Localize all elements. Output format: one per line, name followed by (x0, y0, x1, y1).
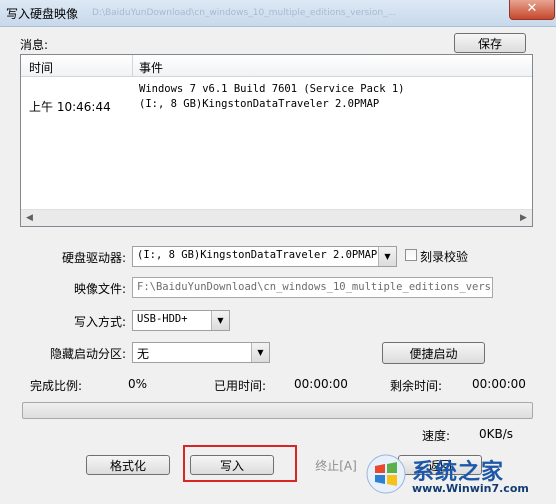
column-header-event[interactable]: 事件 (139, 59, 163, 76)
drive-label: 硬盘驱动器: (61, 251, 126, 265)
quick-boot-button[interactable]: 便捷启动 (382, 342, 485, 364)
complete-value: 0% (128, 377, 148, 391)
complete-label: 完成比例: (30, 379, 83, 393)
speed-value: 0KB/s (479, 427, 514, 441)
watermark-url: www.Winwin7.com (412, 482, 529, 495)
drive-select[interactable]: (I:, 8 GB)KingstonDataTraveler 2.0PMAP ▼ (132, 246, 397, 267)
chevron-down-icon: ▼ (211, 311, 229, 330)
drive-select-value: (I:, 8 GB)KingstonDataTraveler 2.0PMAP (137, 249, 378, 261)
windows-logo-icon (366, 454, 406, 494)
horizontal-scrollbar[interactable]: ◀ ▶ (21, 209, 532, 226)
write-mode-select[interactable]: USB-HDD+ ▼ (132, 310, 230, 331)
image-file-label: 映像文件: (73, 282, 126, 296)
remaining-label: 剩余时间: (390, 379, 443, 393)
column-header-time[interactable]: 时间 (29, 59, 53, 76)
list-header: 时间 事件 (21, 55, 532, 77)
column-separator[interactable] (132, 55, 133, 77)
list-item-time: 上午 10:46:44 (29, 100, 111, 114)
chevron-down-icon: ▼ (378, 247, 396, 266)
format-button[interactable]: 格式化 (86, 455, 170, 475)
progress-bar (22, 402, 533, 419)
hidden-partition-value: 无 (137, 347, 150, 361)
write-mode-value: USB-HDD+ (137, 313, 188, 325)
list-item-event: Windows 7 v6.1 Build 7601 (Service Pack … (139, 83, 405, 95)
speed-label: 速度: (422, 429, 451, 443)
scroll-left-icon[interactable]: ◀ (21, 210, 38, 226)
write-mode-label: 写入方式: (73, 315, 126, 329)
window-title: 写入硬盘映像 (6, 7, 79, 21)
watermark: 系统之家 www.Winwin7.com (362, 450, 552, 500)
save-button[interactable]: 保存 (454, 33, 526, 53)
close-button[interactable]: ✕ (509, 0, 555, 20)
message-list[interactable]: 时间 事件 Windows 7 v6.1 Build 7601 (Service… (20, 54, 533, 227)
remaining-value: 00:00:00 (472, 377, 526, 391)
image-file-value: F:\BaiduYunDownload\cn_windows_10_multip… (137, 281, 493, 293)
verify-checkbox[interactable] (405, 249, 417, 261)
close-icon: ✕ (526, 1, 538, 16)
title-bar: 写入硬盘映像 D:\BaiduYunDownload\cn_windows_10… (0, 0, 556, 27)
chevron-down-icon: ▼ (251, 343, 269, 362)
window-title-path: D:\BaiduYunDownload\cn_windows_10_multip… (92, 8, 397, 18)
image-file-field[interactable]: F:\BaiduYunDownload\cn_windows_10_multip… (132, 277, 493, 298)
write-button-highlight (183, 445, 297, 482)
elapsed-value: 00:00:00 (294, 377, 348, 391)
scroll-right-icon[interactable]: ▶ (515, 210, 532, 226)
elapsed-label: 已用时间: (214, 379, 267, 393)
hidden-partition-label: 隐藏启动分区: (49, 347, 126, 361)
verify-label: 刻录校验 (420, 250, 469, 264)
list-item-event: (I:, 8 GB)KingstonDataTraveler 2.0PMAP (139, 98, 380, 110)
messages-label: 消息: (20, 38, 49, 52)
hidden-partition-select[interactable]: 无 ▼ (132, 342, 270, 363)
